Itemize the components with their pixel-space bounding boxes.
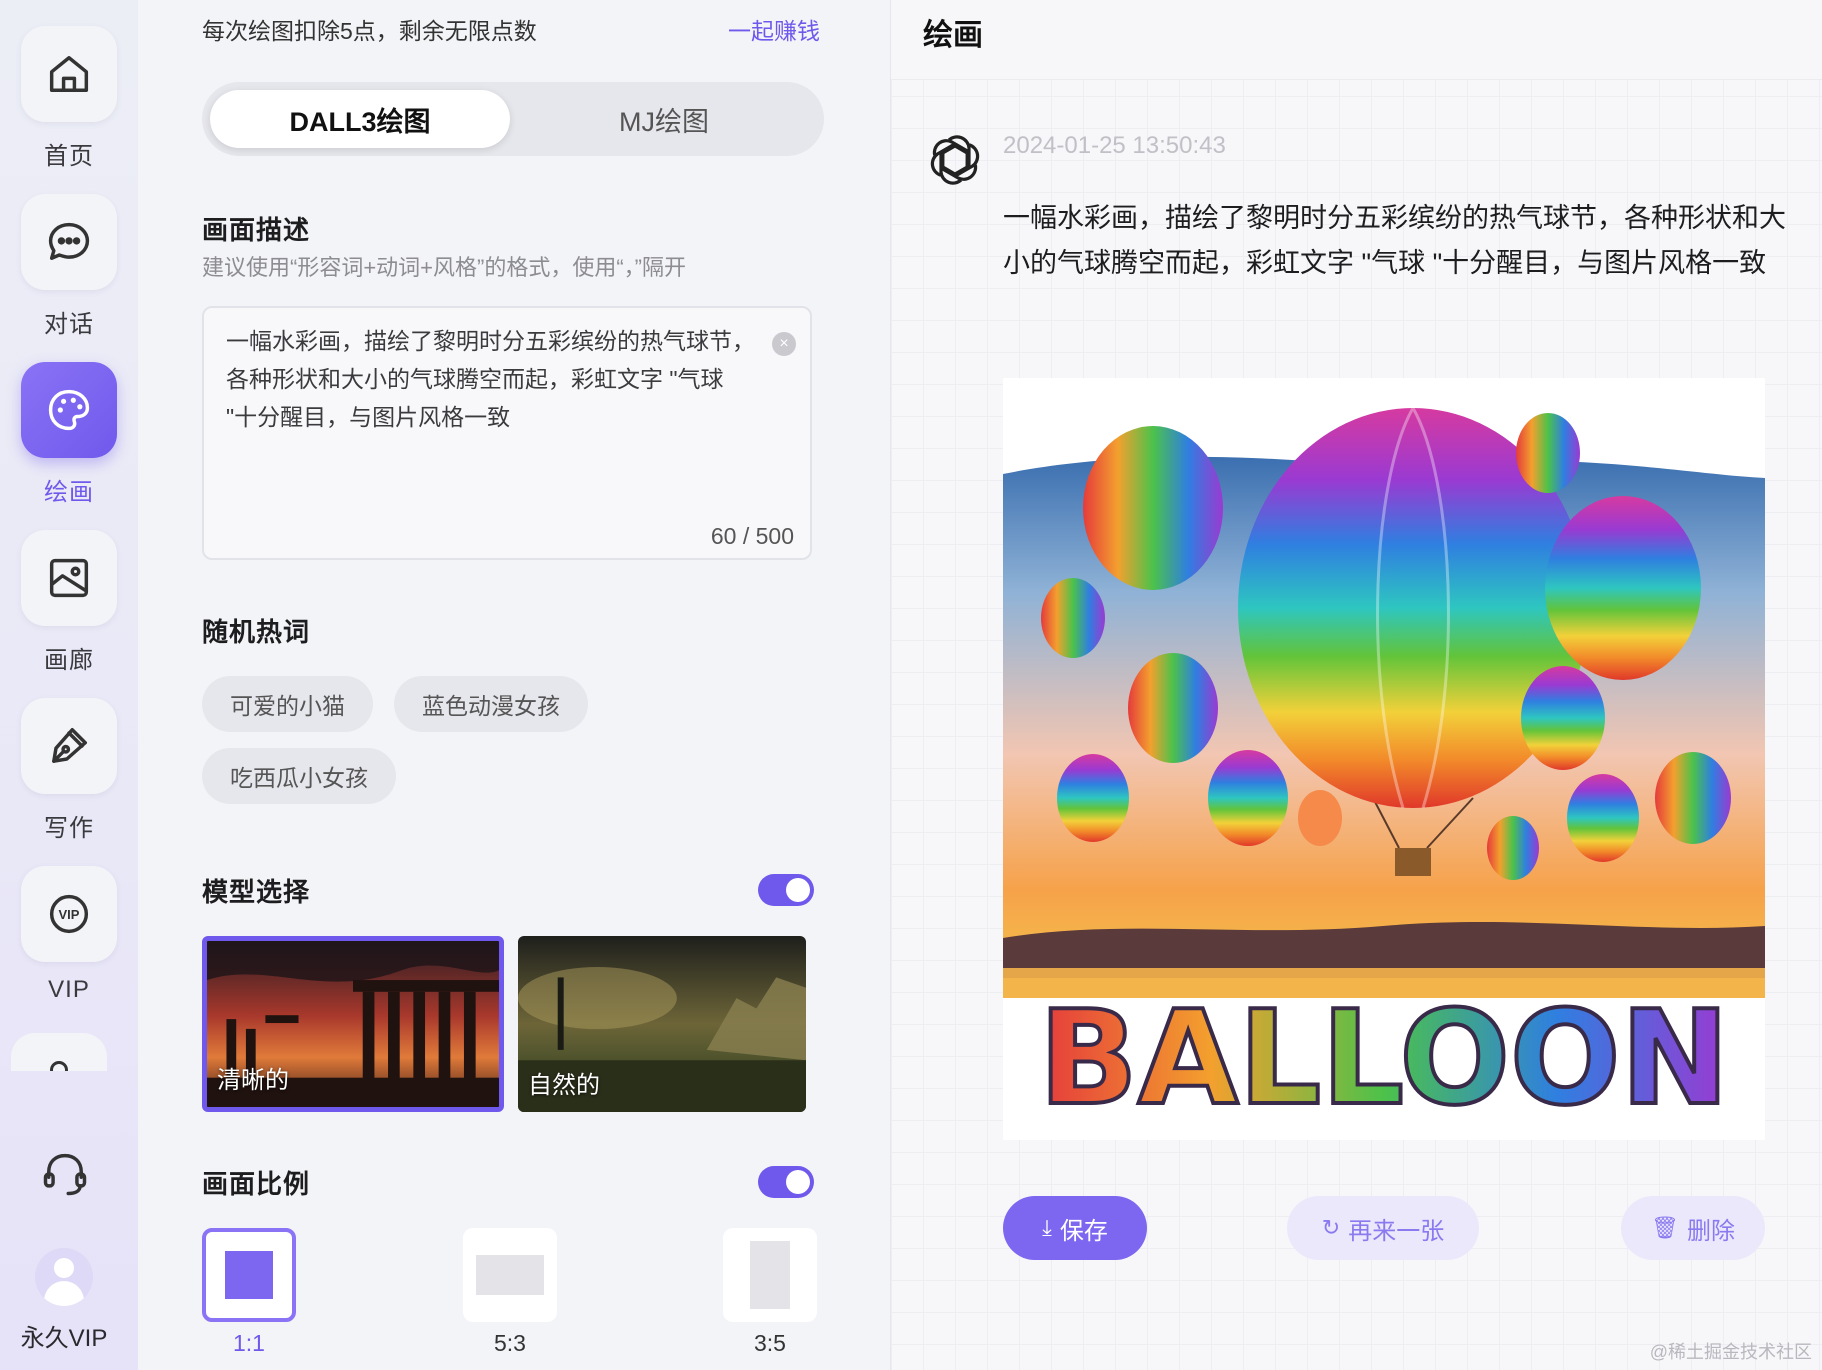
gallery-icon xyxy=(49,558,89,598)
nav-label: VIP xyxy=(48,976,90,1003)
pen-icon xyxy=(52,728,87,763)
artwork-text: BALLOON xyxy=(1039,982,1730,1134)
nav-label: 首页 xyxy=(44,143,94,170)
earn-link[interactable]: 一起赚钱 xyxy=(728,12,820,46)
engine-tabs: DALL3绘图 MJ绘图 xyxy=(202,82,824,156)
model-caption: 自然的 xyxy=(528,1072,600,1099)
ratio-shape xyxy=(750,1241,790,1309)
refresh-icon: ↻ xyxy=(1321,1215,1341,1240)
nav-tile xyxy=(21,26,117,122)
balloon-artwork: BALLOON xyxy=(1003,378,1765,1140)
nav-label: 绘画 xyxy=(44,479,94,506)
nav-item-home[interactable]: 首页 xyxy=(0,26,138,171)
ratio-label: 1:1 xyxy=(233,1330,265,1356)
char-counter: 60 / 500 xyxy=(710,523,794,549)
user-icon xyxy=(50,1061,68,1071)
nav-item-gallery[interactable]: 画廊 xyxy=(0,530,138,675)
nav-tile xyxy=(21,698,117,794)
nav-item-write[interactable]: 写作 xyxy=(0,698,138,843)
nav-item-partial[interactable] xyxy=(11,1033,107,1071)
page-title: 绘画 xyxy=(923,19,983,52)
headset-icon[interactable] xyxy=(39,1148,91,1200)
prompt-text[interactable]: 一幅水彩画，描绘了黎明时分五彩缤纷的热气球节，各种形状和大小的气球腾空而起，彩虹… xyxy=(226,322,756,436)
nav-label: 写作 xyxy=(44,815,94,842)
ratio-option-1-1[interactable] xyxy=(202,1228,296,1322)
chat-icon xyxy=(48,222,90,260)
watermark: @稀土掘金技术社区 xyxy=(1649,1342,1812,1362)
nav-tile xyxy=(21,530,117,626)
nav-label: 画廊 xyxy=(44,647,94,674)
model-title: 模型选择 xyxy=(202,877,311,907)
delete-label: 删除 xyxy=(1686,1217,1735,1245)
result-header: 绘画 xyxy=(891,0,1822,80)
palette-icon xyxy=(48,389,90,431)
save-label: 保存 xyxy=(1059,1217,1108,1245)
avatar[interactable] xyxy=(35,1248,93,1306)
ratio-shape xyxy=(476,1255,544,1295)
nav-item-draw[interactable]: 绘画 xyxy=(0,362,138,507)
drawing-settings-panel: 每次绘图扣除5点，剩余无限点数 一起赚钱 DALL3绘图 MJ绘图 画面描述 建… xyxy=(138,0,890,1370)
openai-logo-icon xyxy=(930,135,980,185)
hot-word-chip[interactable]: 吃西瓜小女孩 xyxy=(202,748,396,804)
ratio-title: 画面比例 xyxy=(202,1169,311,1199)
prompt-textarea[interactable]: 一幅水彩画，描绘了黎明时分五彩缤纷的热气球节，各种形状和大小的气球腾空而起，彩虹… xyxy=(202,306,812,560)
result-panel: 绘画 2024-01-25 13:50:43 一幅水彩画，描绘了黎明时分五彩缤纷… xyxy=(890,0,1822,1370)
model-card-natural[interactable]: 自然的 xyxy=(518,936,806,1112)
nav-label: 对话 xyxy=(44,311,94,338)
hot-word-chip[interactable]: 蓝色动漫女孩 xyxy=(394,676,588,732)
desc-hint: 建议使用“形容词+动词+风格”的格式，使用“，”隔开 xyxy=(202,255,687,280)
desc-title: 画面描述 xyxy=(202,215,311,245)
hot-words-title: 随机热词 xyxy=(202,617,311,647)
message-timestamp: 2024-01-25 13:50:43 xyxy=(1003,132,1226,159)
nav-tile xyxy=(21,194,117,290)
save-button[interactable]: ⤓ 保存 xyxy=(1003,1196,1147,1260)
regenerate-button[interactable]: ↻ 再来一张 xyxy=(1287,1196,1479,1260)
ratio-option-5-3[interactable] xyxy=(463,1228,557,1322)
model-caption: 清晰的 xyxy=(217,1067,289,1094)
svg-text:VIP: VIP xyxy=(59,907,80,922)
nav-tile xyxy=(21,362,117,458)
hot-word-chip[interactable]: 可爱的小猫 xyxy=(202,676,373,732)
nav-item-vip[interactable]: VIP VIP xyxy=(0,866,138,1004)
home-icon xyxy=(49,56,89,92)
cost-note: 每次绘图扣除5点，剩余无限点数 xyxy=(202,18,537,44)
user-level-label: 永久VIP xyxy=(20,1325,108,1352)
ratio-shape xyxy=(225,1251,273,1299)
delete-button[interactable]: 🗑 删除 xyxy=(1621,1196,1765,1260)
message-text: 一幅水彩画，描绘了黎明时分五彩缤纷的热气球节，各种形状和大小的气球腾空而起，彩虹… xyxy=(1003,203,1786,278)
trash-icon: 🗑 xyxy=(1651,1215,1679,1240)
ratio-label: 5:3 xyxy=(494,1330,526,1356)
tab-dalle3[interactable]: DALL3绘图 xyxy=(210,90,510,148)
download-icon: ⤓ xyxy=(1042,1215,1052,1240)
nav-item-chat[interactable]: 对话 xyxy=(0,194,138,339)
tab-mj[interactable]: MJ绘图 xyxy=(514,90,814,148)
generated-image[interactable]: BALLOON xyxy=(1003,378,1765,1140)
vip-icon: VIP xyxy=(49,894,89,934)
nav-tile: VIP xyxy=(21,866,117,962)
ratio-label: 3:5 xyxy=(754,1330,786,1356)
ratio-option-3-5[interactable] xyxy=(723,1228,817,1322)
model-card-clear[interactable]: 清晰的 xyxy=(202,936,504,1112)
regenerate-label: 再来一张 xyxy=(1348,1217,1445,1245)
ratio-toggle[interactable] xyxy=(758,1166,814,1198)
clear-icon[interactable]: × xyxy=(772,332,796,356)
model-toggle[interactable] xyxy=(758,874,814,906)
sidebar-nav: 首页 对话 绘画 画廊 写作 VIP VIP 永久VIP xyxy=(0,0,138,1370)
